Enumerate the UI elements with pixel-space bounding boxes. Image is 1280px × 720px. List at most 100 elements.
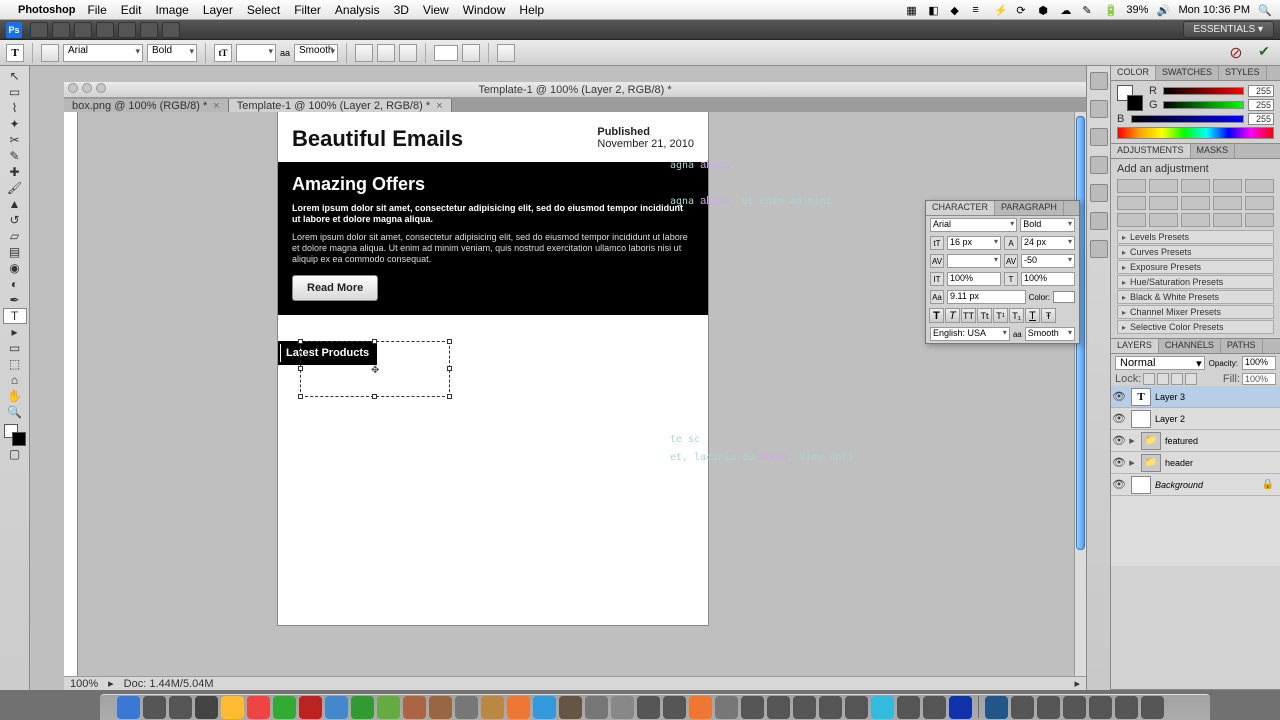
document-tab[interactable]: Template-1 @ 100% (Layer 2, RGB/8) *× xyxy=(229,99,452,113)
dock-app-icon[interactable] xyxy=(1037,696,1060,719)
swatches-tab[interactable]: SWATCHES xyxy=(1156,66,1219,80)
menu-view[interactable]: View xyxy=(423,3,449,17)
font-weight-select[interactable]: Bold xyxy=(147,44,197,62)
lock-pixels-button[interactable] xyxy=(1157,373,1169,385)
brush-tool[interactable]: 🖌 xyxy=(3,180,27,196)
type-tool[interactable]: T xyxy=(3,308,27,324)
adjustment-preset[interactable]: Levels Presets xyxy=(1117,230,1274,244)
adjustments-tab[interactable]: ADJUSTMENTS xyxy=(1111,144,1191,158)
collapsed-panel-icon[interactable] xyxy=(1090,128,1108,146)
dock-app-icon[interactable] xyxy=(1089,696,1112,719)
r-slider[interactable] xyxy=(1163,87,1244,95)
folder-disclosure-icon[interactable]: ▸ xyxy=(1127,434,1137,447)
3d-tool[interactable]: ⬚ xyxy=(3,356,27,372)
char-baseline-field[interactable]: 9.11 px xyxy=(947,290,1026,304)
strikethrough-button[interactable]: Ŧ xyxy=(1041,308,1056,323)
dock-app-icon[interactable] xyxy=(923,696,946,719)
layers-tab[interactable]: LAYERS xyxy=(1111,339,1159,353)
align-left-button[interactable] xyxy=(355,44,373,62)
adjustment-preset[interactable]: Selective Color Presets xyxy=(1117,320,1274,334)
layer-name[interactable]: Layer 3 xyxy=(1155,392,1185,402)
align-center-button[interactable] xyxy=(377,44,395,62)
lasso-tool[interactable]: ⌇ xyxy=(3,100,27,116)
font-size-select[interactable] xyxy=(236,44,276,62)
color-fg-bg[interactable] xyxy=(1117,85,1143,111)
char-tracking-field[interactable]: -50 xyxy=(1021,254,1075,268)
small-caps-button[interactable]: Tt xyxy=(977,308,992,323)
dock-app-icon[interactable] xyxy=(429,696,452,719)
marquee-tool[interactable]: ▭ xyxy=(3,84,27,100)
layer-row[interactable]: 👁TLayer 3 xyxy=(1111,386,1280,408)
pen-tool[interactable]: ✒ xyxy=(3,292,27,308)
all-caps-button[interactable]: TT xyxy=(961,308,976,323)
lock-transparency-button[interactable] xyxy=(1143,373,1155,385)
eyedropper-tool[interactable]: ✎ xyxy=(3,148,27,164)
move-tool[interactable]: ↖ xyxy=(3,68,27,84)
canvas-area[interactable]: Beautiful Emails Published November 21, … xyxy=(78,112,1074,690)
dock-app-icon[interactable] xyxy=(195,696,218,719)
adjustment-icon[interactable] xyxy=(1213,179,1242,193)
char-aa-select[interactable]: Smooth xyxy=(1025,327,1075,341)
menu-layer[interactable]: Layer xyxy=(203,3,233,17)
menu-help[interactable]: Help xyxy=(519,3,544,17)
dock-app-icon[interactable] xyxy=(221,696,244,719)
character-panel[interactable]: CHARACTER PARAGRAPH ArialBold tT16 pxA24… xyxy=(925,200,1080,344)
menubar-extra-icon[interactable]: ◧ xyxy=(928,4,942,16)
dock-app-icon[interactable] xyxy=(455,696,478,719)
char-size-field[interactable]: 16 px xyxy=(947,236,1001,250)
adjustment-preset[interactable]: Hue/Saturation Presets xyxy=(1117,275,1274,289)
adjustment-icon[interactable] xyxy=(1181,213,1210,227)
blend-mode-select[interactable]: Normal▾ xyxy=(1115,356,1205,370)
color-spectrum[interactable] xyxy=(1117,127,1274,139)
text-orientation-button[interactable] xyxy=(41,44,59,62)
g-slider[interactable] xyxy=(1163,101,1244,109)
vertical-scrollbar[interactable] xyxy=(1074,112,1086,690)
menu-filter[interactable]: Filter xyxy=(294,3,321,17)
toolbar-button[interactable] xyxy=(52,22,70,38)
document-canvas[interactable]: Beautiful Emails Published November 21, … xyxy=(278,112,708,625)
dock-app-icon[interactable] xyxy=(169,696,192,719)
collapsed-panel-icon[interactable] xyxy=(1090,156,1108,174)
path-select-tool[interactable]: ▸ xyxy=(3,324,27,340)
screen-mode-button[interactable] xyxy=(162,22,180,38)
shape-tool[interactable]: ▭ xyxy=(3,340,27,356)
document-window-titlebar[interactable]: Template-1 @ 100% (Layer 2, RGB/8) * xyxy=(64,82,1086,98)
close-tab-icon[interactable]: × xyxy=(213,100,219,112)
dock-app-icon[interactable] xyxy=(247,696,270,719)
dropbox-icon[interactable]: ⬢ xyxy=(1038,4,1052,16)
color-tab[interactable]: COLOR xyxy=(1111,66,1156,80)
dock-app-icon[interactable] xyxy=(325,696,348,719)
menubar-extra-icon[interactable]: ⚡ xyxy=(994,4,1008,16)
adjustment-icon[interactable] xyxy=(1181,196,1210,210)
adjustment-icon[interactable] xyxy=(1149,179,1178,193)
adjustment-preset[interactable]: Black & White Presets xyxy=(1117,290,1274,304)
underline-button[interactable]: T xyxy=(1025,308,1040,323)
hand-tool-button[interactable] xyxy=(74,22,92,38)
workspace-switcher[interactable]: ESSENTIALS ▾ xyxy=(1183,21,1275,38)
layer-row[interactable]: 👁▸📁header xyxy=(1111,452,1280,474)
layer-name[interactable]: featured xyxy=(1165,436,1198,446)
collapsed-panel-icon[interactable] xyxy=(1090,240,1108,258)
vertical-ruler[interactable] xyxy=(64,112,78,690)
zoom-tool[interactable]: 🔍 xyxy=(3,404,27,420)
char-vscale-field[interactable]: 100% xyxy=(947,272,1001,286)
text-bounding-box[interactable]: ✥ xyxy=(300,341,450,397)
adjustment-icon[interactable] xyxy=(1245,179,1274,193)
fill-field[interactable]: 100% xyxy=(1242,373,1276,385)
warp-text-button[interactable] xyxy=(462,44,480,62)
dock-app-icon[interactable] xyxy=(767,696,790,719)
char-language-select[interactable]: English: USA xyxy=(930,327,1010,341)
menubar-extra-icon[interactable]: ⟳ xyxy=(1016,4,1030,16)
opacity-field[interactable]: 100% xyxy=(1242,356,1276,370)
character-panel-toggle[interactable] xyxy=(497,44,515,62)
layers-empty-area[interactable] xyxy=(1111,496,1280,566)
dock-app-icon[interactable] xyxy=(507,696,530,719)
menu-analysis[interactable]: Analysis xyxy=(335,3,380,17)
dock-app-icon[interactable] xyxy=(117,696,140,719)
layer-name[interactable]: Layer 2 xyxy=(1155,414,1185,424)
close-window-icon[interactable] xyxy=(68,83,78,93)
dock-app-icon[interactable] xyxy=(897,696,920,719)
app-name[interactable]: Photoshop xyxy=(18,4,75,16)
layer-visibility-icon[interactable]: 👁 xyxy=(1111,456,1127,469)
b-value[interactable]: 255 xyxy=(1248,113,1274,125)
